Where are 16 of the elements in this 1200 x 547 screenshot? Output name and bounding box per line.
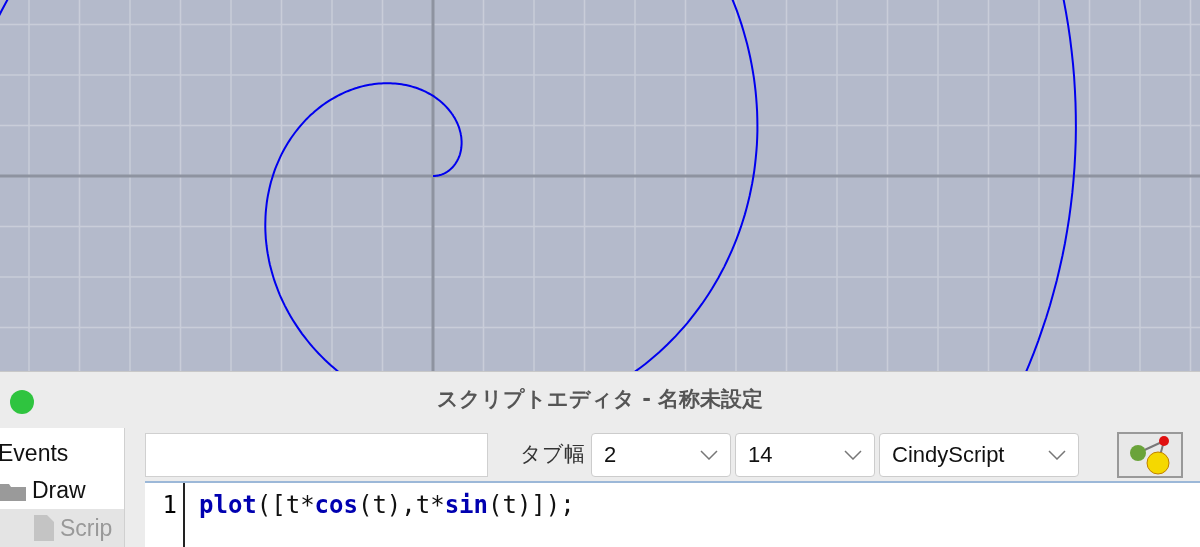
dropdown[interactable]: CindyScript [879, 432, 1079, 477]
tab-width-label: タブ幅 [520, 440, 585, 468]
code-line: plot([t*cos(t),t*sin(t)]); [199, 490, 575, 521]
code-editor[interactable]: 1 plot([t*cos(t),t*sin(t)]); [145, 481, 1200, 547]
tree-item[interactable]: Draw [0, 471, 124, 510]
tree-item[interactable]: Events [0, 434, 124, 472]
chevron-down-icon [1048, 449, 1066, 460]
chevron-down-icon [844, 449, 862, 460]
dropdown[interactable]: 2 [591, 432, 731, 477]
window-title: スクリプトエディタ - 名称未設定 [436, 386, 764, 414]
search-field[interactable] [145, 432, 488, 477]
line-number: 1 [162, 490, 177, 521]
app-logo-button[interactable] [1117, 431, 1183, 478]
dropdown[interactable]: 14 [735, 432, 875, 477]
file-icon [34, 515, 54, 542]
chevron-down-icon [700, 449, 718, 460]
